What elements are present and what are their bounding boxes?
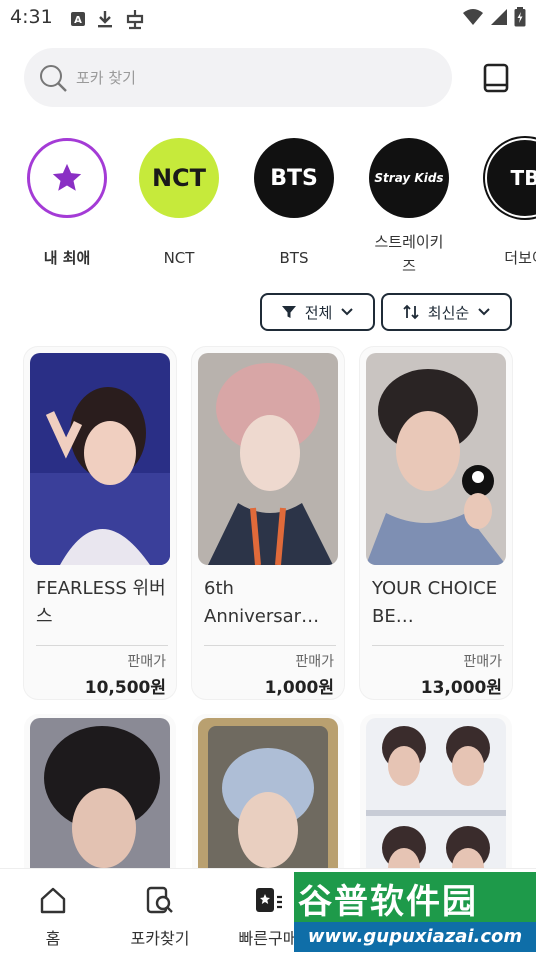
- card-title: YOUR CHOICE BE…: [372, 578, 498, 627]
- card-divider: [36, 645, 168, 646]
- price-value: 10,500원: [84, 678, 166, 698]
- group-label: 내 최애: [43, 249, 91, 267]
- nav-search[interactable]: 포카찾기: [110, 885, 210, 949]
- group-label: 스트레이키 즈: [374, 233, 444, 275]
- status-system-icons: [462, 7, 526, 27]
- photocard-item[interactable]: FEARLESS 위버스 판매가 10,500원: [24, 347, 176, 699]
- filter-label: 전체: [304, 303, 333, 322]
- chevron-down-icon: [341, 308, 354, 316]
- group-label: 더보이: [504, 249, 536, 267]
- keyboard-a-icon: A: [71, 12, 85, 26]
- photocard-image: [30, 353, 170, 565]
- collection-button[interactable]: [481, 62, 511, 94]
- photocard-image: [198, 353, 338, 565]
- battery-icon: [514, 7, 526, 27]
- group-stray-kids[interactable]: Stray Kids 스트레이키 즈: [354, 136, 464, 278]
- status-notification-icons: A: [70, 8, 146, 30]
- photocard-item[interactable]: 6th Anniversar… 판매가 1,000원: [192, 347, 344, 699]
- search-bar[interactable]: [24, 48, 452, 107]
- download-icon: [98, 11, 112, 28]
- filter-dropdown[interactable]: 전체: [260, 293, 375, 331]
- group-bts[interactable]: BTS BTS: [239, 136, 349, 270]
- watermark-url: www.gupuxiazai.com: [294, 922, 536, 952]
- app-notification-icon: [126, 10, 144, 30]
- signal-icon: [491, 9, 507, 25]
- price-label: 판매가: [463, 654, 502, 670]
- card-divider: [372, 645, 504, 646]
- photocard-item[interactable]: YOUR CHOICE BE… 판매가 13,000원: [360, 347, 512, 699]
- card-search-icon: [146, 886, 173, 914]
- nav-label: 포카찾기: [130, 929, 190, 948]
- home-icon: [40, 887, 66, 914]
- sort-arrows-icon: [403, 304, 419, 320]
- card-divider: [204, 645, 336, 646]
- price-label: 판매가: [127, 654, 166, 670]
- stray-kids-logo: Stray Kids: [369, 138, 449, 218]
- group-my-favorite[interactable]: 내 최애: [12, 136, 122, 270]
- chevron-down-icon: [478, 308, 490, 316]
- nav-label: 홈: [45, 929, 61, 948]
- group-scroller[interactable]: 내 최애 NCT NCT BTS BTS Stray Kids 스트레이키 즈 …: [0, 136, 536, 286]
- card-title: 6th Anniversar…: [204, 578, 320, 627]
- status-time: 4:31: [10, 6, 53, 28]
- quick-buy-icon: [256, 888, 282, 912]
- watermark-title: 谷普软件园: [298, 882, 478, 922]
- nav-home[interactable]: 홈: [3, 885, 103, 949]
- group-label: NCT: [163, 249, 195, 267]
- price-value: 13,000원: [420, 678, 502, 698]
- watermark-overlay: 谷普软件园 www.gupuxiazai.com: [294, 872, 536, 952]
- svg-text:A: A: [74, 15, 82, 26]
- sort-label: 최신순: [427, 303, 470, 322]
- card-title: FEARLESS 위버스: [36, 578, 166, 627]
- nct-logo: NCT: [139, 138, 219, 218]
- filter-icon: [281, 306, 296, 318]
- search-icon: [40, 64, 67, 92]
- price-label: 판매가: [295, 654, 334, 670]
- sort-dropdown[interactable]: 최신순: [381, 293, 512, 331]
- favorite-circle: [27, 138, 107, 218]
- photocard-image: [366, 353, 506, 565]
- wifi-icon: [463, 9, 483, 25]
- search-input[interactable]: [76, 68, 376, 87]
- bts-logo: BTS: [254, 138, 334, 218]
- group-the-boyz[interactable]: TB 더보이: [470, 136, 536, 270]
- group-nct[interactable]: NCT NCT: [124, 136, 234, 270]
- status-bar: 4:31 A: [0, 0, 536, 36]
- the-boyz-logo: TB: [485, 138, 536, 218]
- price-value: 1,000원: [264, 678, 334, 698]
- group-label: BTS: [279, 249, 309, 267]
- star-icon: [52, 163, 82, 191]
- book-icon: [483, 63, 509, 93]
